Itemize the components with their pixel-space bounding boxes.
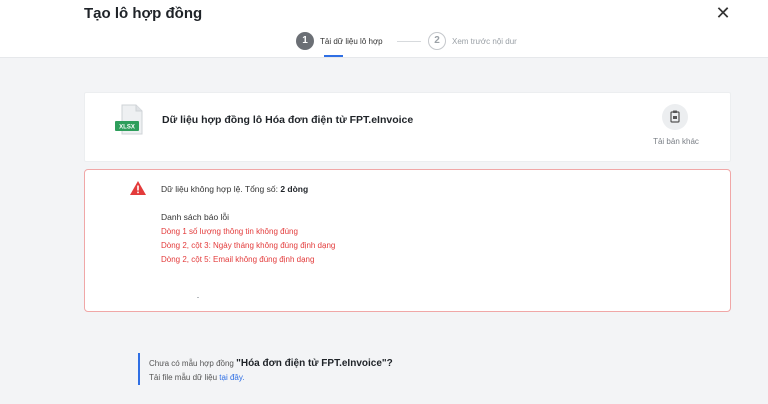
template-hint: Chưa có mẫu hợp đồng "Hóa đơn điện tử FP… xyxy=(149,358,393,369)
dialog-title: Tạo lô hợp đồng xyxy=(84,5,203,22)
xlsx-badge-text: XLSX xyxy=(119,125,135,131)
step-1-number: 1 xyxy=(296,32,314,50)
warning-icon xyxy=(130,181,146,195)
step-2[interactable]: 2 Xem trước nội dur xyxy=(428,31,517,51)
divider-dot xyxy=(197,297,199,298)
hint-accent-bar xyxy=(138,353,140,385)
template-name: "Hóa đơn điện tử FPT.eInvoice"? xyxy=(236,358,393,369)
error-list-title: Danh sách báo lỗi xyxy=(161,212,230,222)
dialog-header: Tạo lô hợp đồng ✕ 1 Tải dữ liệu lô hợp 2… xyxy=(0,0,768,58)
error-item: Dòng 2, cột 5: Email không đúng định dạn… xyxy=(161,255,315,264)
error-summary-text: Dữ liệu không hợp lệ. Tổng số: xyxy=(161,184,281,194)
active-step-indicator xyxy=(324,55,343,57)
error-item: Dòng 2, cột 3: Ngày tháng không đúng địn… xyxy=(161,241,336,250)
close-icon[interactable]: ✕ xyxy=(713,3,733,23)
template-download-text: Tải file mẫu dữ liệu xyxy=(149,373,220,382)
reupload-label[interactable]: Tải bản khác xyxy=(648,137,704,146)
template-download-link[interactable]: tại đây. xyxy=(219,373,244,382)
step-connector xyxy=(397,41,421,42)
template-download-hint: Tải file mẫu dữ liệu tại đây. xyxy=(149,373,244,382)
template-hint-text: Chưa có mẫu hợp đồng xyxy=(149,359,237,368)
step-2-number: 2 xyxy=(428,32,446,50)
step-1-label: Tải dữ liệu lô hợp xyxy=(320,36,383,46)
reupload-button[interactable] xyxy=(662,104,688,130)
uploaded-file-card xyxy=(84,92,731,162)
clipboard-icon xyxy=(670,110,680,123)
step-2-label: Xem trước nội dur xyxy=(452,36,517,46)
file-name: Dữ liệu hợp đồng lô Hóa đơn điện tử FPT.… xyxy=(162,114,414,126)
step-1[interactable]: 1 Tải dữ liệu lô hợp xyxy=(296,31,383,51)
error-item: Dòng 1 số lượng thông tin không đúng xyxy=(161,227,298,236)
xlsx-file-icon: XLSX xyxy=(115,104,143,135)
error-count: 2 dòng xyxy=(280,184,309,194)
error-summary: Dữ liệu không hợp lệ. Tổng số: 2 dòng xyxy=(161,184,308,194)
